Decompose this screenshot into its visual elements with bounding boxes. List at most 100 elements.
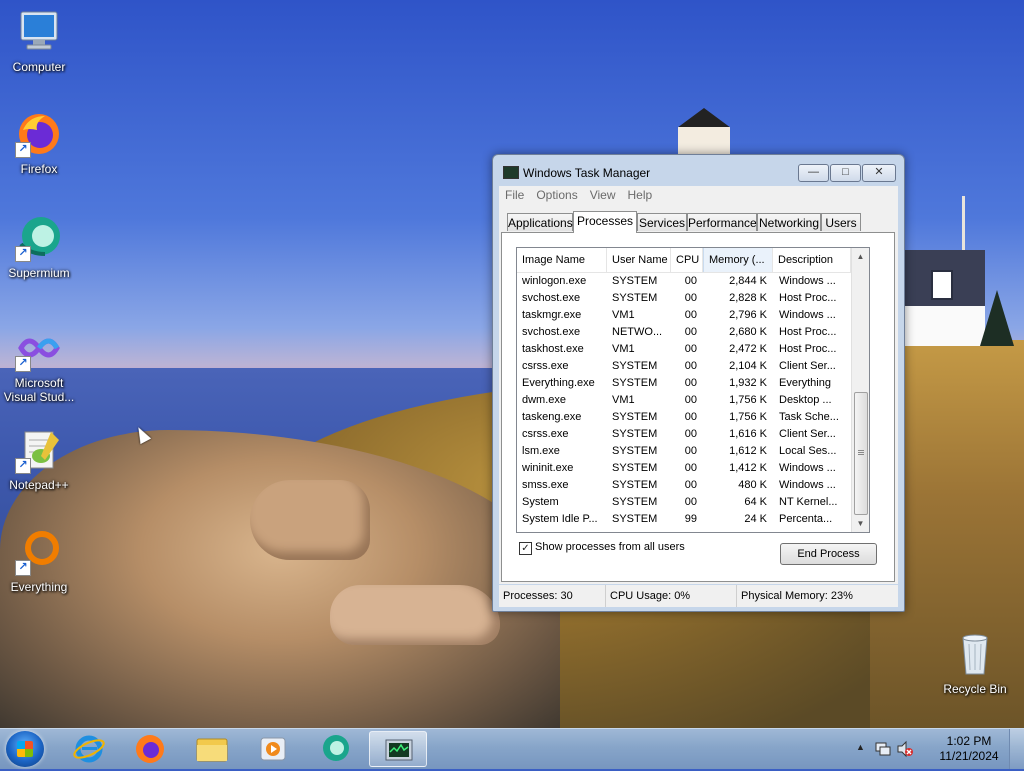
window-title: Windows Task Manager — [523, 166, 651, 180]
desktop-icon-notepad-plus-plus[interactable]: ↗ Notepad++ — [0, 426, 78, 492]
taskbar-task-manager[interactable] — [369, 731, 427, 767]
process-cpu: 00 — [684, 496, 697, 508]
column-description[interactable]: Description — [773, 248, 851, 272]
taskbar-firefox[interactable] — [121, 731, 179, 767]
process-user: SYSTEM — [612, 377, 658, 389]
task-manager-icon — [503, 166, 519, 179]
action-center-icon[interactable] — [874, 740, 892, 758]
taskbar-media-player[interactable] — [244, 731, 302, 767]
table-row[interactable]: taskmgr.exe VM1 00 2,796 K Windows ... — [517, 307, 851, 324]
table-row[interactable]: csrss.exe SYSTEM 00 1,616 K Client Ser... — [517, 426, 851, 443]
table-row[interactable]: winlogon.exe SYSTEM 00 2,844 K Windows ... — [517, 273, 851, 290]
wallpaper-tree — [980, 290, 1014, 346]
shortcut-arrow-icon: ↗ — [15, 356, 31, 372]
table-row[interactable]: svchost.exe NETWO... 00 2,680 K Host Proc... — [517, 324, 851, 341]
taskbar-file-explorer[interactable] — [183, 731, 241, 767]
process-user: SYSTEM — [612, 445, 658, 457]
process-description: Windows ... — [779, 275, 836, 287]
start-button[interactable] — [6, 731, 44, 767]
table-row[interactable]: taskeng.exe SYSTEM 00 1,756 K Task Sche... — [517, 409, 851, 426]
show-hidden-icons-icon[interactable]: ▲ — [856, 742, 865, 752]
table-row[interactable]: csrss.exe SYSTEM 00 2,104 K Client Ser... — [517, 358, 851, 375]
processes-panel: Image Name User Name CPU Memory (... Des… — [501, 232, 895, 582]
table-row[interactable]: lsm.exe SYSTEM 00 1,612 K Local Ses... — [517, 443, 851, 460]
process-user: SYSTEM — [612, 275, 658, 287]
status-physical-memory: Physical Memory: 23% — [741, 590, 853, 602]
process-memory: 2,472 K — [729, 343, 767, 355]
supermium-icon — [323, 735, 349, 761]
process-user: VM1 — [612, 309, 635, 321]
process-memory: 1,412 K — [729, 462, 767, 474]
column-image-name[interactable]: Image Name — [517, 248, 607, 272]
process-list[interactable]: Image Name User Name CPU Memory (... Des… — [516, 247, 870, 533]
column-cpu[interactable]: CPU — [671, 248, 703, 272]
process-user: VM1 — [612, 343, 635, 355]
table-row[interactable]: System SYSTEM 00 64 K NT Kernel... — [517, 494, 851, 511]
desktop-icon-everything[interactable]: ↗ Everything — [0, 528, 78, 594]
process-memory: 2,796 K — [729, 309, 767, 321]
desktop-icon-firefox[interactable]: ↗ Firefox — [0, 110, 78, 176]
scroll-up-icon[interactable]: ▲ — [852, 248, 869, 265]
desktop-icon-supermium[interactable]: ↗ Supermium — [0, 214, 78, 280]
desktop-icon-visual-studio[interactable]: ↗ Microsoft Visual Stud... — [0, 324, 78, 404]
clock-date: 11/21/2024 — [939, 749, 999, 763]
tab-users[interactable]: Users — [821, 213, 861, 231]
tab-networking[interactable]: Networking — [757, 213, 821, 231]
shortcut-arrow-icon: ↗ — [15, 458, 31, 474]
menu-options[interactable]: Options — [530, 186, 583, 204]
internet-explorer-icon — [73, 735, 105, 763]
notepad-plus-plus-icon: ↗ — [15, 426, 63, 474]
recycle-bin-icon — [951, 630, 999, 678]
desktop-icon-recycle-bin[interactable]: Recycle Bin — [936, 630, 1014, 696]
table-row[interactable]: System Idle P... SYSTEM 99 24 K Percenta... — [517, 511, 851, 528]
column-user-name[interactable]: User Name — [607, 248, 671, 272]
table-row[interactable]: taskhost.exe VM1 00 2,472 K Host Proc... — [517, 341, 851, 358]
tab-services[interactable]: Services — [637, 213, 687, 231]
process-cpu: 00 — [684, 394, 697, 406]
process-user: VM1 — [612, 394, 635, 406]
wallpaper-rock — [250, 480, 370, 560]
process-memory: 1,756 K — [729, 394, 767, 406]
scroll-down-icon[interactable]: ▼ — [852, 515, 869, 532]
table-row[interactable]: Everything.exe SYSTEM 00 1,932 K Everything — [517, 375, 851, 392]
process-cpu: 00 — [684, 479, 697, 491]
status-bar: Processes: 30 CPU Usage: 0% Physical Mem… — [499, 585, 898, 607]
desktop-icon-computer[interactable]: Computer — [0, 8, 78, 74]
menu-view[interactable]: View — [584, 186, 622, 204]
process-cpu: 00 — [684, 462, 697, 474]
minimize-icon: — — [808, 166, 819, 178]
end-process-button[interactable]: End Process — [780, 543, 877, 565]
maximize-button[interactable]: □ — [830, 164, 861, 182]
wallpaper-lighthouse — [678, 108, 730, 156]
close-button[interactable]: ✕ — [862, 164, 896, 182]
process-description: Host Proc... — [779, 343, 837, 355]
minimize-button[interactable]: — — [798, 164, 829, 182]
shortcut-arrow-icon: ↗ — [15, 560, 31, 576]
clock[interactable]: 1:02 PM 11/21/2024 — [934, 734, 1004, 764]
vertical-scrollbar[interactable]: ▲ ▼ — [851, 248, 869, 532]
volume-muted-icon[interactable] — [896, 740, 914, 758]
show-all-users-checkbox[interactable]: ✓ — [519, 542, 532, 555]
column-memory[interactable]: Memory (... — [703, 248, 773, 272]
process-memory: 1,756 K — [729, 411, 767, 423]
tab-applications[interactable]: Applications — [507, 213, 573, 231]
tab-processes[interactable]: Processes — [573, 211, 637, 233]
process-name: csrss.exe — [522, 428, 569, 440]
tab-performance[interactable]: Performance — [687, 213, 757, 231]
taskbar-supermium[interactable] — [306, 731, 364, 767]
table-row[interactable]: smss.exe SYSTEM 00 480 K Windows ... — [517, 477, 851, 494]
table-row[interactable]: wininit.exe SYSTEM 00 1,412 K Windows ... — [517, 460, 851, 477]
menu-help[interactable]: Help — [622, 186, 659, 204]
process-rows: winlogon.exe SYSTEM 00 2,844 K Windows ... sv… — [517, 273, 851, 528]
menu-file[interactable]: File — [499, 186, 530, 204]
task-manager-window[interactable]: Windows Task Manager — □ ✕ File Options Vi… — [492, 154, 905, 612]
visual-studio-icon: ↗ — [15, 324, 63, 372]
taskbar-internet-explorer[interactable] — [60, 731, 118, 767]
table-row[interactable]: dwm.exe VM1 00 1,756 K Desktop ... — [517, 392, 851, 409]
table-row[interactable]: svchost.exe SYSTEM 00 2,828 K Host Proc... — [517, 290, 851, 307]
process-name: smss.exe — [522, 479, 569, 491]
title-bar[interactable]: Windows Task Manager — □ ✕ — [493, 155, 904, 185]
scroll-thumb[interactable] — [854, 392, 868, 515]
process-cpu: 00 — [684, 292, 697, 304]
show-desktop-button[interactable] — [1009, 729, 1024, 769]
